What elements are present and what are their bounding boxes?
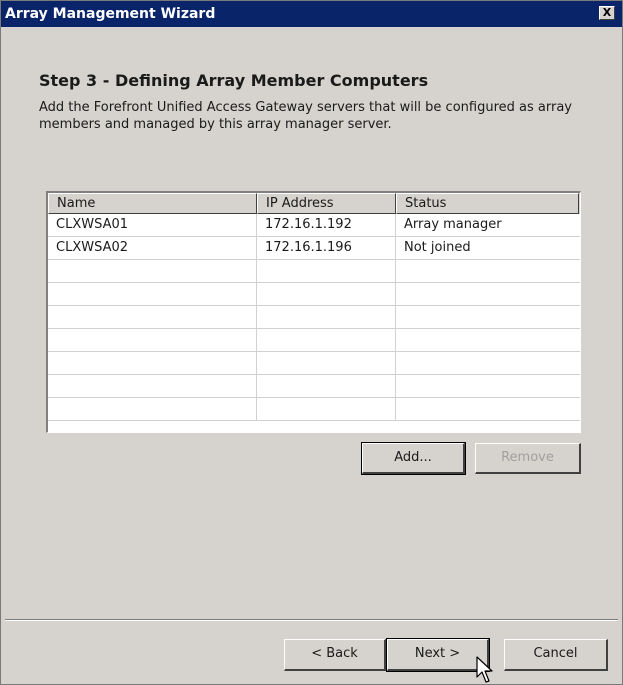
empty-cell (257, 352, 396, 375)
cancel-button[interactable]: Cancel (504, 639, 608, 671)
wizard-window: Array Management Wizard X Step 3 - Defin… (0, 0, 623, 685)
empty-cell (257, 329, 396, 352)
cell-ip-address: 172.16.1.196 (257, 237, 396, 260)
empty-row (48, 352, 580, 375)
empty-cell (48, 260, 257, 283)
empty-row (48, 375, 580, 398)
empty-row (48, 260, 580, 283)
cell-status: Array manager (404, 217, 502, 232)
add-button[interactable]: Add... (361, 442, 466, 475)
close-icon: X (602, 6, 612, 19)
empty-cell (257, 398, 396, 421)
remove-button[interactable]: Remove (475, 443, 581, 474)
cell-name: CLXWSA02 (48, 237, 257, 260)
close-button[interactable]: X (599, 6, 615, 20)
cell-ip-address: 172.16.1.192 (257, 214, 396, 237)
step-description: Add the Forefront Unified Access Gateway… (39, 100, 572, 132)
next-button[interactable]: Next > (386, 638, 490, 672)
table-row[interactable]: CLXWSA01 172.16.1.192 Array manager (48, 214, 580, 237)
step-heading: Step 3 - Defining Array Member Computers (39, 71, 429, 90)
empty-cell (48, 352, 257, 375)
empty-row (48, 329, 580, 352)
array-members-list[interactable]: Name IP Address Status CLXWSA01 172.16.1… (46, 191, 581, 433)
empty-cell (48, 375, 257, 398)
empty-row (48, 283, 580, 306)
column-header-name[interactable]: Name (48, 193, 257, 214)
empty-cell (48, 306, 257, 329)
list-header: Name IP Address Status (48, 193, 580, 214)
empty-cell (48, 398, 257, 421)
cell-status: Not joined (404, 240, 471, 255)
back-button[interactable]: < Back (284, 639, 386, 671)
empty-cell (48, 283, 257, 306)
empty-cell (257, 260, 396, 283)
footer-separator (5, 619, 618, 621)
empty-cell (257, 283, 396, 306)
table-row[interactable]: CLXWSA02 172.16.1.196 Not joined (48, 237, 580, 260)
empty-row (48, 398, 580, 421)
empty-cell (257, 375, 396, 398)
column-header-status[interactable]: Status (396, 193, 579, 214)
empty-cell (48, 329, 257, 352)
empty-cell (257, 306, 396, 329)
title-bar: Array Management Wizard X (1, 1, 622, 27)
empty-row (48, 306, 580, 329)
column-header-ip-address[interactable]: IP Address (257, 193, 396, 214)
cell-name: CLXWSA01 (48, 214, 257, 237)
mouse-pointer-icon (476, 656, 493, 683)
window-title: Array Management Wizard (5, 6, 216, 22)
